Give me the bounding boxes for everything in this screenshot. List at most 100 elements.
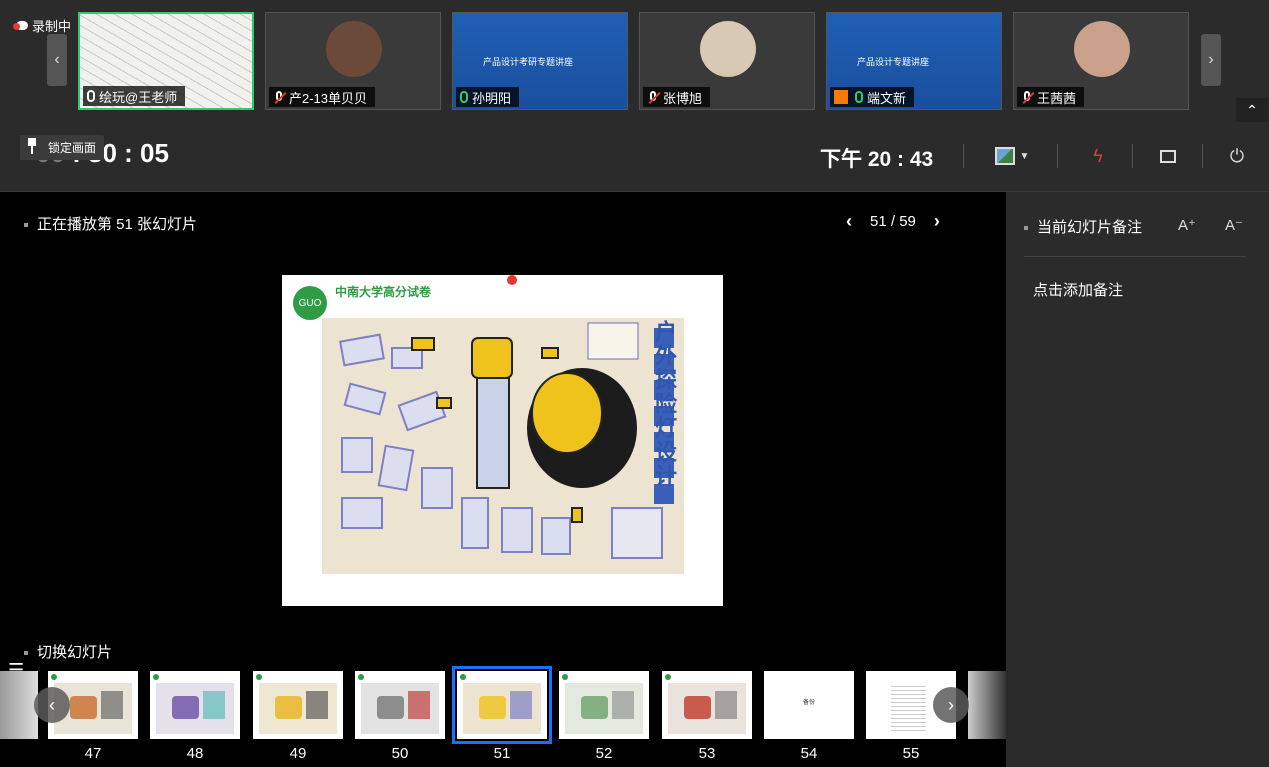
slide-thumbnail[interactable] [452,666,552,744]
microphone-icon [87,90,95,102]
microphone-muted-icon [647,90,659,104]
slide-thumbnail[interactable] [253,671,343,739]
sketch-artwork [322,318,684,574]
notes-header: 当前幻灯片备注 [1024,216,1142,237]
thumbnail-logo [256,674,262,680]
divider [1024,256,1246,257]
laser-pointer-button[interactable]: ϟ [1084,142,1112,170]
participant-name: 孙明阳 [472,90,512,106]
participant-name-tag: 端文新 [830,87,915,107]
thumbnail-text: 备份 [802,700,815,706]
feed-slide-title: 产品设计专题讲座 [857,57,930,67]
thumbnail-logo [665,674,671,680]
recording-indicator: 录制中 [13,16,72,35]
chevron-left-icon: ‹ [49,694,55,715]
participant-tile[interactable]: 张博旭 [639,12,815,110]
caret-down-icon: ▼ [1019,150,1030,162]
logo-mark: GUO [298,297,322,309]
participant-name: 张博旭 [663,90,703,106]
participant-name-tag: 孙明阳 [456,87,520,107]
screen-share-dropdown[interactable]: ▼ [990,142,1034,170]
sketch-title: 户外探险灯设计 [652,320,677,488]
participant-name: 绘玩@王老师 [99,89,178,105]
lock-screen-label: 锁定画面 [48,141,97,155]
chevron-right-icon: › [1208,51,1214,68]
thumbnail-logo [153,674,159,680]
thumbnail-number: 54 [800,745,818,762]
notes-title: 当前幻灯片备注 [1037,219,1143,236]
lightning-icon: ϟ [1093,145,1103,166]
thumbnail-number: 47 [84,745,102,762]
microphone-muted-icon [273,90,285,104]
page-separator: / [890,213,896,230]
strip-next-button[interactable]: › [1201,34,1221,86]
slide-thumbnail[interactable]: 备份 [764,671,854,739]
participant-name-tag: 产2-13单贝贝 [269,87,376,107]
total-pages: 59 [899,213,916,230]
slide-thumbnail[interactable] [150,671,240,739]
slide-thumbnail[interactable] [355,671,445,739]
slide-thumbnail[interactable] [662,671,752,739]
recording-label: 录制中 [32,19,72,34]
participant-tile[interactable]: 产品设计考研专题讲座孙明阳 [452,12,628,110]
thumbnail-number: 51 [493,745,511,762]
thumbnail-number: 50 [391,745,409,762]
collapse-strip-button[interactable]: ⌃ [1236,98,1268,122]
microphone-icon [855,91,863,103]
microphone-icon [460,91,468,103]
avatar [326,21,382,77]
bullet-icon [24,651,28,656]
feed-slide-title: 产品设计考研专题讲座 [483,57,574,67]
avatar [700,21,756,77]
thumbnail-number: 55 [902,745,920,762]
switch-slides-label: 切换幻灯片 [37,644,113,661]
slide-thumbnail[interactable] [559,671,649,739]
pin-icon [28,138,36,154]
thumbnail-image [668,683,746,734]
font-decrease-button[interactable]: A⁻ [1225,216,1243,234]
control-bar [0,122,1269,192]
font-increase-button[interactable]: A⁺ [1178,216,1196,234]
thumbnail-logo [460,674,466,680]
laser-pointer-dot [507,275,517,285]
slide-pager: ‹ 51 / 59 › [846,211,940,232]
participant-name-tag: 绘玩@王老师 [83,86,186,106]
participant-name: 王茜茜 [1037,90,1077,106]
school-logo: GUO [293,286,327,320]
participant-tile[interactable]: 产2-13单贝贝 [265,12,441,110]
current-time: 下午 20 : 43 [820,148,934,171]
chevron-up-icon: ⌃ [1246,101,1258,118]
add-note-button[interactable]: 点击添加备注 [1033,279,1123,300]
power-icon: ⏻ [1229,145,1245,166]
window-switch-icon [1160,149,1176,163]
thumbnail-image [463,683,541,734]
switch-window-button[interactable] [1154,142,1182,170]
thumbnail-image [361,683,439,734]
end-presentation-button[interactable]: ⏻ [1223,142,1251,170]
user-icon [834,90,848,104]
divider [1202,144,1203,168]
thumbnail-partial-left [0,671,38,739]
thumbnail-image [259,683,337,734]
strip-prev-button[interactable]: ‹ [47,34,67,86]
now-playing-label: 正在播放第 51 张幻灯片 [37,216,198,233]
participant-tile[interactable]: 绘玩@王老师 [78,12,254,110]
switch-slides-header: 切换幻灯片 [24,641,112,662]
participant-name: 端文新 [867,90,907,106]
bullet-icon [1024,226,1028,231]
bullet-icon [24,223,28,228]
thumbnail-logo [51,674,57,680]
participant-tile[interactable]: 产品设计专题讲座端文新 [826,12,1002,110]
participant-tile[interactable]: 王茜茜 [1013,12,1189,110]
participant-name: 产2-13单贝贝 [289,90,368,106]
divider [963,144,964,168]
thumbnail-partial-right [968,671,1006,739]
chevron-left-icon: ‹ [54,51,60,68]
participant-name-tag: 张博旭 [643,87,711,107]
thumbnails-prev-button[interactable]: ‹ [34,687,70,723]
prev-slide-button[interactable]: ‹ [846,211,852,232]
thumbnail-image [565,683,643,734]
next-slide-button[interactable]: › [934,211,940,232]
lock-screen-button[interactable]: 锁定画面 [20,135,105,160]
thumbnails-next-button[interactable]: › [933,687,969,723]
